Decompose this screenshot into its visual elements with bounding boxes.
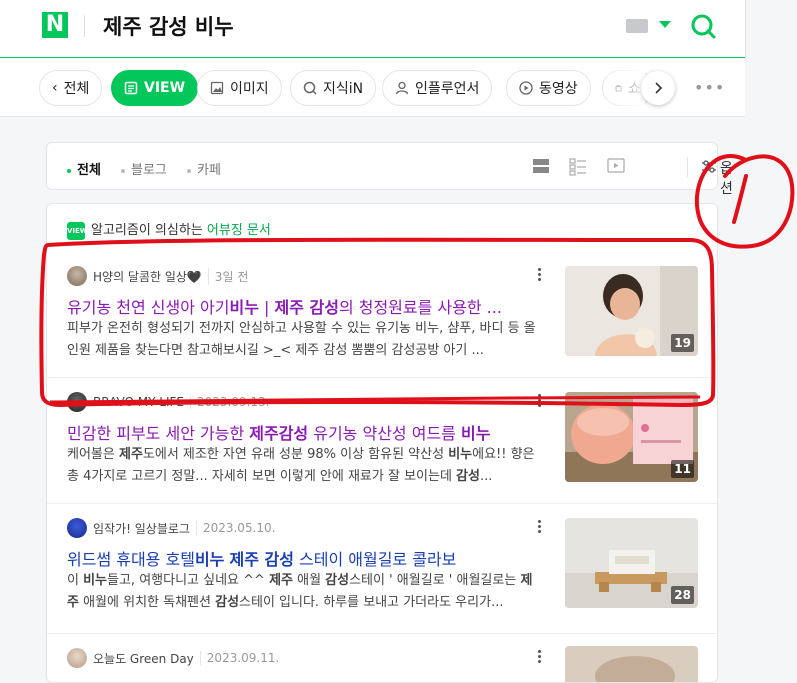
image-count: 28 xyxy=(671,586,694,604)
result-title[interactable]: 민감한 피부도 세안 가능한 제주감성 유기농 약산성 여드름 비누 xyxy=(67,420,537,444)
filter-all[interactable]: 전체 xyxy=(67,159,101,178)
result-thumbnail[interactable]: 28 xyxy=(565,518,698,608)
options-button[interactable]: 옵션 xyxy=(720,158,733,198)
view-badge-icon: VIEW xyxy=(67,221,88,240)
person-icon xyxy=(395,81,409,95)
post-date: 3일 전 xyxy=(207,267,248,285)
tab-label: 이미지 xyxy=(230,81,269,97)
list-item: 오늘도 Green Day 2023.09.11. xyxy=(47,634,717,682)
filter-cafe[interactable]: 카페 xyxy=(187,159,221,178)
more-options-icon[interactable] xyxy=(538,520,542,535)
result-snippet: 피부가 온전히 형성되기 전까지 안심하고 사용할 수 있는 유기농 비누, 샴… xyxy=(67,321,536,358)
list-item: BRAVO MY LIFE 2023.09.13. 민감한 피부도 세안 가능한… xyxy=(47,378,717,504)
image-icon xyxy=(210,81,224,95)
search-query[interactable]: 제주 감성 비누 xyxy=(103,11,234,41)
abuse-notice: VIEW 알고리즘이 의심하는 어뷰징 문서 xyxy=(67,219,271,240)
tab-label: 인플루언서 xyxy=(415,81,480,97)
post-date: 2023.09.13. xyxy=(190,395,270,409)
filter-bar: 전체 블로그 카페 옵션 xyxy=(46,142,733,197)
tabs-fade xyxy=(600,59,645,116)
result-title[interactable]: 유기농 천연 신생아 아기비누 | 제주 감성의 청정원료를 사용한 ... xyxy=(67,294,537,318)
more-options-icon[interactable] xyxy=(538,650,542,665)
author-name[interactable]: 임작가! 일상블로그 xyxy=(93,520,190,537)
header-divider xyxy=(84,15,85,37)
avatar[interactable] xyxy=(67,518,87,538)
chevron-right-icon xyxy=(655,82,663,94)
result-snippet: 이 비누들고, 여행다니고 싶네요 ^^ 제주 애월 감성스테이 ' 애월길로 … xyxy=(67,573,533,610)
caret-down-icon[interactable] xyxy=(659,21,671,28)
thumbnail-view-icon[interactable] xyxy=(569,158,587,176)
tab-video[interactable]: 동영상 xyxy=(506,70,591,106)
q-icon xyxy=(303,81,317,95)
video-view-icon[interactable] xyxy=(607,158,625,174)
naver-logo[interactable]: N xyxy=(42,12,68,38)
more-options-icon[interactable] xyxy=(538,394,542,409)
author-name[interactable]: BRAVO MY LIFE xyxy=(93,395,184,409)
filter-divider xyxy=(687,157,688,177)
tab-label: VIEW xyxy=(144,80,186,96)
document-icon xyxy=(124,81,138,95)
image-count: 11 xyxy=(671,460,694,478)
image-count: 19 xyxy=(671,334,694,352)
search-tabs: ‹ 전체 VIEW 이미지 지식iN 인플루언서 동영상 쇼 ••• xyxy=(0,59,745,117)
play-icon xyxy=(519,81,533,95)
options-icon[interactable] xyxy=(701,159,717,175)
result-thumbnail[interactable]: 11 xyxy=(565,392,698,482)
author-name[interactable]: 오늘도 Green Day xyxy=(93,650,194,667)
more-icon[interactable]: ••• xyxy=(694,80,725,96)
post-meta: BRAVO MY LIFE 2023.09.13. xyxy=(67,392,270,412)
list-item: H양의 달콤한 일상🖤 3일 전 유기농 천연 신생아 아기비누 | 제주 감성… xyxy=(47,252,717,378)
post-meta: 임작가! 일상블로그 2023.05.10. xyxy=(67,518,275,538)
results-panel: VIEW 알고리즘이 의심하는 어뷰징 문서 H양의 달콤한 일상🖤 3일 전 유… xyxy=(46,203,718,683)
post-meta: H양의 달콤한 일상🖤 3일 전 xyxy=(67,266,248,286)
post-date: 2023.05.10. xyxy=(195,521,275,535)
tab-label: 동영상 xyxy=(539,81,578,97)
post-date: 2023.09.11. xyxy=(199,651,279,665)
tab-label: 지식iN xyxy=(323,81,364,97)
list-item: 임작가! 일상블로그 2023.05.10. 위드썸 휴대용 호텔비누 제주 감… xyxy=(47,504,717,634)
partial-photo xyxy=(565,646,698,682)
result-thumbnail[interactable]: 19 xyxy=(565,266,698,356)
tab-all[interactable]: ‹ 전체 xyxy=(39,70,103,106)
header-edge xyxy=(745,0,746,58)
keyboard-icon[interactable] xyxy=(626,19,648,33)
post-meta: 오늘도 Green Day 2023.09.11. xyxy=(67,648,279,668)
tab-view[interactable]: VIEW xyxy=(111,70,199,106)
filter-blog[interactable]: 블로그 xyxy=(121,159,167,178)
more-options-icon[interactable] xyxy=(538,268,542,283)
tab-influencer[interactable]: 인플루언서 xyxy=(382,70,493,106)
list-view-icon[interactable] xyxy=(533,158,549,174)
avatar[interactable] xyxy=(67,648,87,668)
result-snippet: 케어볼은 제주도에서 제조한 자연 유래 성분 98% 이상 함유된 약산성 비… xyxy=(67,447,535,484)
tabs-next-button[interactable] xyxy=(641,71,675,105)
tab-kin[interactable]: 지식iN xyxy=(290,70,377,106)
abuse-link[interactable]: 어뷰징 문서 xyxy=(207,223,271,238)
search-header: N 제주 감성 비누 xyxy=(0,0,746,58)
tab-images[interactable]: 이미지 xyxy=(197,70,282,106)
avatar[interactable] xyxy=(67,266,87,286)
notice-text: 알고리즘이 의심하는 xyxy=(91,223,203,238)
tab-label: 전체 xyxy=(63,81,90,97)
author-name[interactable]: H양의 달콤한 일상🖤 xyxy=(93,268,202,285)
chevron-left-icon: ‹ xyxy=(52,80,58,96)
result-title[interactable]: 위드썸 휴대용 호텔비누 제주 감성 스테이 애월길로 콜라보 xyxy=(67,546,537,570)
avatar[interactable] xyxy=(67,392,87,412)
search-icon[interactable] xyxy=(689,12,717,40)
result-thumbnail[interactable] xyxy=(565,646,698,682)
